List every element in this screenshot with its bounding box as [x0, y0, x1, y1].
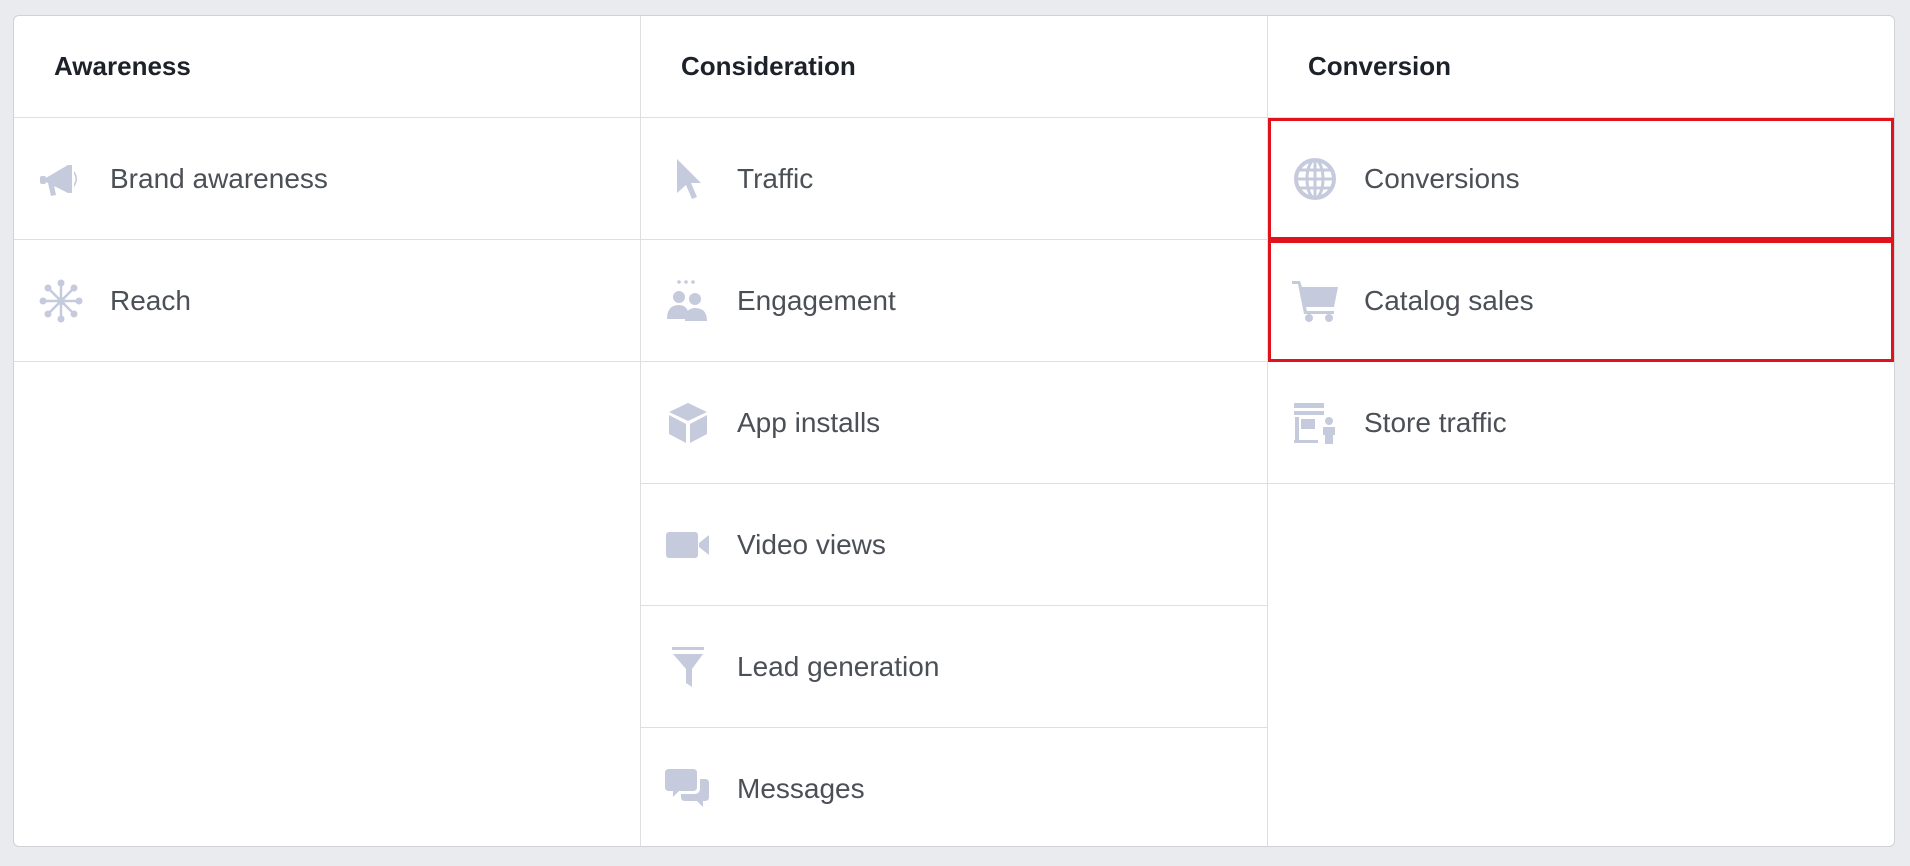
objective-label: Traffic	[737, 162, 814, 194]
megaphone-icon	[38, 157, 84, 201]
column-header-consideration: Consideration	[641, 16, 1267, 118]
shopping-cart-icon	[1292, 279, 1338, 323]
funnel-icon	[665, 645, 711, 689]
objective-label: Brand awareness	[110, 162, 328, 194]
objective-label: App installs	[737, 406, 881, 438]
objective-reach[interactable]: Reach	[14, 240, 640, 362]
objective-grid: Awareness Brand awareness Reach Consider…	[13, 15, 1895, 847]
objective-engagement[interactable]: Engagement	[641, 240, 1267, 362]
cursor-icon	[665, 157, 711, 201]
column-conversion: Conversion Conversions Catalog sales Sto…	[1268, 16, 1894, 846]
objective-label: Lead generation	[737, 650, 940, 682]
chat-bubbles-icon	[665, 767, 711, 811]
objective-messages[interactable]: Messages	[641, 728, 1267, 846]
globe-icon	[1292, 157, 1338, 201]
objective-label: Engagement	[737, 284, 896, 316]
objective-label: Conversions	[1364, 162, 1520, 194]
objective-video-views[interactable]: Video views	[641, 484, 1267, 606]
objective-label: Reach	[110, 284, 191, 316]
objective-store-traffic[interactable]: Store traffic	[1268, 362, 1894, 484]
column-header-awareness: Awareness	[14, 16, 640, 118]
store-person-icon	[1292, 401, 1338, 445]
objective-traffic[interactable]: Traffic	[641, 118, 1267, 240]
objective-label: Video views	[737, 528, 886, 560]
column-awareness: Awareness Brand awareness Reach	[14, 16, 641, 846]
box-icon	[665, 401, 711, 445]
objective-conversions[interactable]: Conversions	[1268, 118, 1894, 240]
video-camera-icon	[665, 523, 711, 567]
network-icon	[38, 279, 84, 323]
objective-app-installs[interactable]: App installs	[641, 362, 1267, 484]
people-icon	[665, 279, 711, 323]
column-consideration: Consideration Traffic Engagement App ins…	[641, 16, 1268, 846]
column-header-conversion: Conversion	[1268, 16, 1894, 118]
objective-catalog-sales[interactable]: Catalog sales	[1268, 240, 1894, 362]
objective-lead-generation[interactable]: Lead generation	[641, 606, 1267, 728]
objective-brand-awareness[interactable]: Brand awareness	[14, 118, 640, 240]
objective-label: Messages	[737, 773, 865, 804]
objective-label: Catalog sales	[1364, 284, 1534, 316]
objective-label: Store traffic	[1364, 406, 1507, 438]
